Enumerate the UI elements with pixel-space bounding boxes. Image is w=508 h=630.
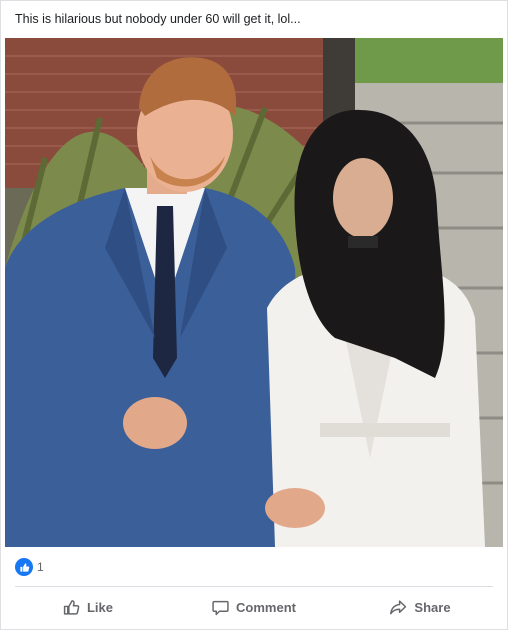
post-caption: This is hilarious but nobody under 60 wi…: [15, 12, 301, 26]
like-label: Like: [86, 599, 113, 615]
reaction-summary[interactable]: 1: [15, 558, 44, 576]
share-button[interactable]: Share: [337, 591, 503, 623]
comment-label: Comment: [236, 599, 296, 615]
share-icon: [390, 599, 407, 614]
like-button[interactable]: Like: [5, 591, 171, 623]
feed-post: This is hilarious but nobody under 60 wi…: [0, 0, 508, 630]
thumbs-up-icon: [63, 599, 80, 615]
post-actions-bar: Like Comment Share: [5, 591, 503, 623]
photo-illustration: [5, 38, 503, 547]
comment-button[interactable]: Comment: [171, 591, 337, 623]
like-icon: [15, 558, 33, 576]
post-photo[interactable]: [5, 38, 503, 547]
share-label: Share: [414, 599, 451, 615]
reaction-count: 1: [37, 560, 44, 574]
divider: [15, 586, 493, 587]
comment-icon: [212, 600, 229, 615]
